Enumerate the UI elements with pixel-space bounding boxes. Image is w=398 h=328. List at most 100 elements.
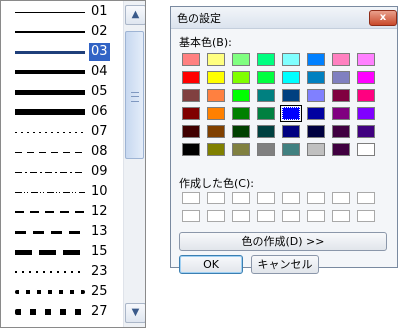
custom-colors-label: 作成した色(C): — [179, 177, 254, 190]
basic-color-swatch[interactable] — [207, 89, 225, 102]
basic-color-swatch[interactable] — [207, 125, 225, 138]
basic-color-swatch[interactable] — [232, 53, 250, 66]
basic-color-swatch[interactable] — [257, 107, 275, 120]
custom-color-swatch[interactable] — [357, 210, 375, 222]
custom-color-swatch[interactable] — [182, 210, 200, 222]
basic-color-swatch[interactable] — [257, 143, 275, 156]
custom-color-swatch[interactable] — [332, 192, 350, 204]
line-style-item[interactable]: 09 — [1, 162, 123, 182]
basic-color-swatch[interactable] — [332, 107, 350, 120]
scroll-up-icon[interactable]: ▲ — [125, 5, 145, 25]
line-sample-icon — [15, 230, 85, 234]
basic-color-swatch[interactable] — [332, 71, 350, 84]
basic-color-swatch[interactable] — [332, 53, 350, 66]
line-style-item[interactable]: 02 — [1, 22, 123, 42]
basic-color-swatch[interactable] — [257, 125, 275, 138]
close-button[interactable]: x — [369, 10, 397, 26]
ok-button[interactable]: OK — [179, 255, 243, 274]
line-style-label: 08 — [91, 144, 108, 159]
line-sample-icon — [15, 290, 85, 294]
line-style-item[interactable]: 05 — [1, 82, 123, 102]
line-style-item[interactable]: 12 — [1, 202, 123, 222]
basic-color-swatch[interactable] — [357, 71, 375, 84]
line-style-item[interactable]: 13 — [1, 222, 123, 242]
define-custom-colors-button[interactable]: 色の作成(D) >> — [179, 232, 387, 251]
basic-color-swatch[interactable] — [307, 107, 325, 120]
basic-color-swatch[interactable] — [257, 53, 275, 66]
basic-color-swatch[interactable] — [257, 89, 275, 102]
vertical-scrollbar[interactable]: ▲ ▼ — [123, 1, 145, 327]
custom-color-swatch[interactable] — [257, 192, 275, 204]
basic-color-swatch[interactable] — [357, 143, 375, 156]
line-style-item[interactable]: 07 — [1, 122, 123, 142]
basic-color-swatch[interactable] — [207, 143, 225, 156]
scroll-down-icon[interactable]: ▼ — [125, 303, 145, 323]
line-sample-icon — [15, 171, 85, 173]
line-style-item[interactable]: 01 — [1, 2, 123, 22]
scrollbar-thumb[interactable] — [125, 31, 144, 159]
basic-color-swatch[interactable] — [182, 71, 200, 84]
cancel-button[interactable]: キャンセル — [251, 255, 319, 274]
custom-color-swatch[interactable] — [232, 210, 250, 222]
basic-color-swatch[interactable] — [232, 125, 250, 138]
basic-color-swatch[interactable] — [282, 143, 300, 156]
basic-color-swatch[interactable] — [332, 125, 350, 138]
basic-color-swatch[interactable] — [307, 89, 325, 102]
basic-color-swatch[interactable] — [232, 71, 250, 84]
basic-color-swatch[interactable] — [357, 125, 375, 138]
basic-color-swatch[interactable] — [232, 89, 250, 102]
basic-color-swatch[interactable] — [307, 125, 325, 138]
basic-color-swatch[interactable] — [307, 71, 325, 84]
basic-color-swatch[interactable] — [182, 125, 200, 138]
basic-color-swatch[interactable] — [280, 105, 302, 122]
line-style-item[interactable]: 25 — [1, 282, 123, 302]
basic-color-swatch[interactable] — [232, 107, 250, 120]
line-style-item[interactable]: 06 — [1, 102, 123, 122]
custom-color-swatch[interactable] — [182, 192, 200, 204]
custom-color-swatch[interactable] — [332, 210, 350, 222]
line-style-items: 01 02 03 04 05 06 07 08 09 10 12 13 15 23 25 27 — [1, 1, 123, 327]
basic-color-swatch[interactable] — [357, 89, 375, 102]
basic-color-swatch[interactable] — [282, 89, 300, 102]
line-style-item[interactable]: 10 — [1, 182, 123, 202]
line-style-item[interactable]: 04 — [1, 62, 123, 82]
line-style-item[interactable]: 27 — [1, 302, 123, 322]
line-style-label: 13 — [91, 224, 108, 239]
basic-color-swatch[interactable] — [182, 53, 200, 66]
basic-color-swatch[interactable] — [282, 71, 300, 84]
custom-color-swatch[interactable] — [207, 210, 225, 222]
basic-color-swatch[interactable] — [307, 143, 325, 156]
line-sample-icon — [15, 109, 85, 115]
basic-color-swatch[interactable] — [182, 107, 200, 120]
line-style-item[interactable]: 15 — [1, 242, 123, 262]
custom-color-swatch[interactable] — [207, 192, 225, 204]
basic-color-swatch[interactable] — [357, 53, 375, 66]
basic-color-swatch[interactable] — [282, 53, 300, 66]
dialog-titlebar[interactable]: 色の設定 x — [171, 7, 397, 29]
line-style-item[interactable]: 08 — [1, 142, 123, 162]
basic-color-swatch[interactable] — [207, 53, 225, 66]
line-sample-icon — [15, 89, 85, 95]
custom-color-swatch[interactable] — [357, 192, 375, 204]
basic-color-swatch[interactable] — [232, 143, 250, 156]
basic-color-swatch[interactable] — [182, 143, 200, 156]
custom-color-swatch[interactable] — [307, 192, 325, 204]
basic-color-swatch[interactable] — [257, 71, 275, 84]
custom-color-swatch[interactable] — [282, 192, 300, 204]
custom-color-swatch[interactable] — [282, 210, 300, 222]
basic-color-swatch[interactable] — [332, 89, 350, 102]
basic-color-swatch[interactable] — [307, 53, 325, 66]
scrollbar-grip-icon — [131, 92, 139, 102]
line-style-item[interactable]: 03 — [1, 42, 123, 62]
line-style-item[interactable]: 23 — [1, 262, 123, 282]
basic-color-swatch[interactable] — [357, 107, 375, 120]
line-style-list[interactable]: 01 02 03 04 05 06 07 08 09 10 12 13 15 23 25 27 ▲ ▼ — [0, 0, 146, 328]
basic-color-swatch[interactable] — [207, 107, 225, 120]
basic-color-swatch[interactable] — [207, 71, 225, 84]
custom-color-swatch[interactable] — [307, 210, 325, 222]
basic-color-swatch[interactable] — [332, 143, 350, 156]
custom-color-swatch[interactable] — [257, 210, 275, 222]
custom-color-swatch[interactable] — [232, 192, 250, 204]
basic-color-swatch[interactable] — [282, 125, 300, 138]
basic-color-swatch[interactable] — [182, 89, 200, 102]
